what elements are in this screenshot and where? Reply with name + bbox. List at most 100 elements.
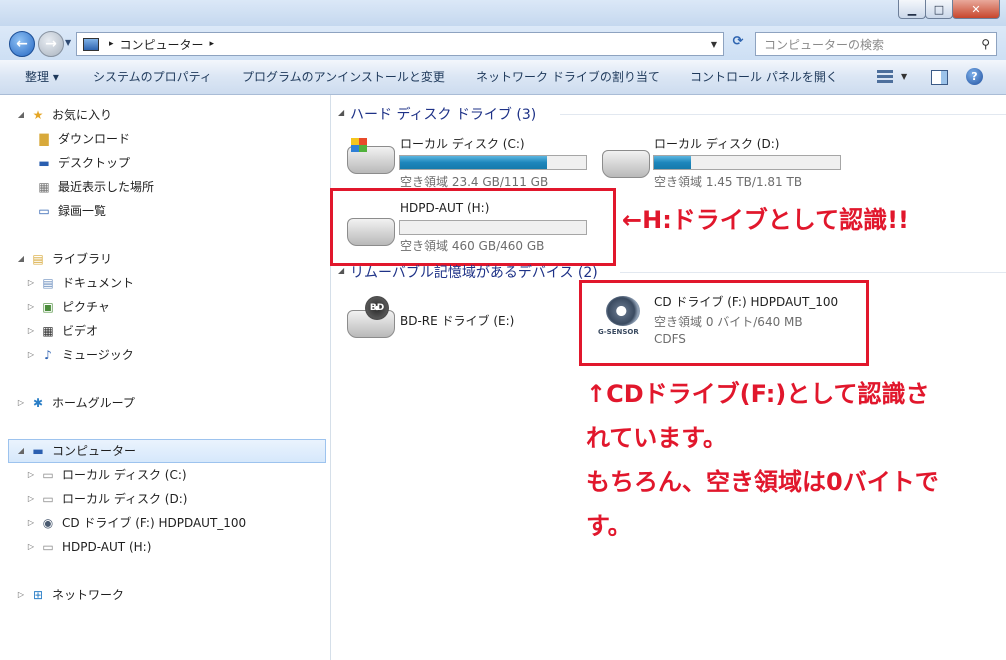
expand-arrow-icon[interactable]: ▷ [26,536,36,558]
expand-arrow-icon[interactable]: ▷ [26,488,36,510]
drive-f-free-space: 空き領域 0 バイト/640 MB [654,315,803,329]
title-bar [0,0,1006,26]
annotation-drive-f-line1: ↑CDドライブ(F:)として認識さ [586,380,930,408]
group-collapse-icon[interactable]: ◢ [338,108,344,117]
search-input[interactable]: コンピューターの検索 ⚲ [755,32,997,56]
drive-c-label[interactable]: ローカル ディスク (C:) [400,135,525,152]
minimize-button[interactable]: ▁ [898,0,926,19]
uninstall-program-button[interactable]: プログラムのアンインストールと変更 [242,60,445,94]
expand-arrow-icon[interactable]: ▷ [16,584,26,606]
nav-recent[interactable]: ▦ 最近表示した場所 [36,176,154,198]
nav-network[interactable]: ▷ ⊞ ネットワーク [16,584,124,606]
drive-e-label[interactable]: BD-RE ドライブ (E:) [400,312,514,329]
refresh-icon: ⟳ [732,34,744,49]
arrow-right-icon: → [45,36,57,52]
breadcrumb-separator[interactable]: ▸ [109,39,114,49]
nav-music[interactable]: ▷ ♪ ミュージック [26,344,134,366]
drive-c-usage-bar [399,155,587,170]
forward-button[interactable]: → [38,31,64,57]
nav-cd-f[interactable]: ▷ ◉ CD ドライブ (F:) HDPDAUT_100 [26,512,246,534]
system-properties-button[interactable]: システムのプロパティ [93,60,212,94]
collapse-arrow-icon[interactable]: ◢ [16,248,26,270]
group-collapse-icon[interactable]: ◢ [338,266,344,275]
homegroup-icon: ✱ [32,396,44,410]
address-dropdown-icon[interactable]: ▼ [711,40,717,49]
group-header-removable[interactable]: リムーバブル記憶域があるデバイス (2) [350,262,598,282]
bluray-disc-icon: BD [365,296,389,320]
nav-local-c[interactable]: ▷ ▭ ローカル ディスク (C:) [26,464,187,486]
library-icon: ▤ [32,252,44,266]
annotation-drive-f-line3: もちろん、空き領域は0バイトで [586,468,939,496]
collapse-arrow-icon[interactable]: ◢ [16,104,26,126]
group-header-hdd[interactable]: ハード ディスク ドライブ (3) [350,104,536,124]
open-control-panel-button[interactable]: コントロール パネルを開く [690,60,838,94]
arrow-left-icon: ← [16,36,28,52]
expand-arrow-icon[interactable]: ▷ [26,464,36,486]
nav-favorites-label: お気に入り [52,108,113,122]
annotation-drive-f-line2: れています。 [586,424,727,452]
nav-hdpd-h-label: HDPD-AUT (H:) [62,540,152,554]
nav-local-d[interactable]: ▷ ▭ ローカル ディスク (D:) [26,488,188,510]
drive-h-label[interactable]: HDPD-AUT (H:) [400,201,489,215]
drive-h-free-space: 空き領域 460 GB/460 GB [400,239,545,253]
nav-homegroup[interactable]: ▷ ✱ ホームグループ [16,392,135,414]
organize-button[interactable]: 整理 ▾ [25,60,59,94]
nav-libraries-label: ライブラリ [52,252,113,266]
recent-pages-dropdown[interactable]: ▼ [65,38,71,47]
breadcrumb-computer[interactable]: コンピューター [120,36,204,53]
view-dropdown-icon[interactable]: ▼ [901,72,907,81]
recent-places-icon: ▦ [38,180,50,194]
annotation-drive-h: ←H:ドライブとして認識!! [622,206,909,234]
close-button[interactable]: ✕ [952,0,1000,19]
nav-hdpd-h[interactable]: ▷ ▭ HDPD-AUT (H:) [26,536,151,558]
preview-pane-icon[interactable] [931,70,948,85]
drive-f-label[interactable]: CD ドライブ (F:) HDPDAUT_100 [654,293,838,310]
nav-desktop-label: デスクトップ [58,156,131,170]
nav-cd-f-label: CD ドライブ (F:) HDPDAUT_100 [62,516,247,530]
back-button[interactable]: ← [9,31,35,57]
group-divider [560,114,1006,115]
pictures-icon: ▣ [42,300,54,314]
help-icon[interactable]: ? [966,68,983,85]
nav-videos-label: ビデオ [62,324,99,338]
expand-arrow-icon[interactable]: ▷ [26,272,36,294]
gsensor-drive-icon: ◉ [42,516,54,530]
drive-c-usage-fill [400,156,547,169]
view-options-icon[interactable] [877,70,893,84]
nav-desktop[interactable]: ▬ デスクトップ [36,152,130,174]
collapse-arrow-icon[interactable]: ◢ [16,440,26,462]
nav-documents[interactable]: ▷ ▤ ドキュメント [26,272,134,294]
nav-favorites[interactable]: ◢ ★ お気に入り [16,104,112,126]
nav-computer[interactable]: ◢ ▬ コンピューター [16,440,136,462]
expand-arrow-icon[interactable]: ▷ [26,320,36,342]
nav-recent-label: 最近表示した場所 [58,180,155,194]
desktop-icon: ▬ [38,156,50,170]
gsensor-logo-icon: G-SENSOR [598,296,652,336]
drive-c-icon [347,138,395,174]
videos-icon: ▦ [42,324,54,338]
nav-videos[interactable]: ▷ ▦ ビデオ [26,320,98,342]
search-icon[interactable]: ⚲ [981,37,990,51]
nav-music-label: ミュージック [62,348,134,362]
drive-h-usage-bar [399,220,587,235]
nav-libraries[interactable]: ◢ ▤ ライブラリ [16,248,112,270]
breadcrumb-separator[interactable]: ▸ [210,39,215,49]
expand-arrow-icon[interactable]: ▷ [26,296,36,318]
nav-documents-label: ドキュメント [62,276,135,290]
nav-downloads[interactable]: ▇ ダウンロード [36,128,130,150]
address-bar[interactable]: ▸ コンピューター ▸ ▼ [76,32,724,56]
refresh-button[interactable]: ⟳ [728,34,748,52]
nav-pictures[interactable]: ▷ ▣ ピクチャ [26,296,110,318]
group-divider [620,272,1006,273]
drive-d-label[interactable]: ローカル ディスク (D:) [654,135,779,152]
windows-logo-icon [351,138,367,152]
expand-arrow-icon[interactable]: ▷ [16,392,26,414]
nav-recordings[interactable]: ▭ 録画一覧 [36,200,106,222]
drive-f-filesystem: CDFS [654,332,686,346]
map-network-drive-button[interactable]: ネットワーク ドライブの割り当て [476,60,660,94]
network-icon: ⊞ [32,588,44,602]
expand-arrow-icon[interactable]: ▷ [26,512,36,534]
expand-arrow-icon[interactable]: ▷ [26,344,36,366]
drive-e-icon: BD [347,296,395,338]
maximize-button[interactable]: □ [925,0,953,19]
